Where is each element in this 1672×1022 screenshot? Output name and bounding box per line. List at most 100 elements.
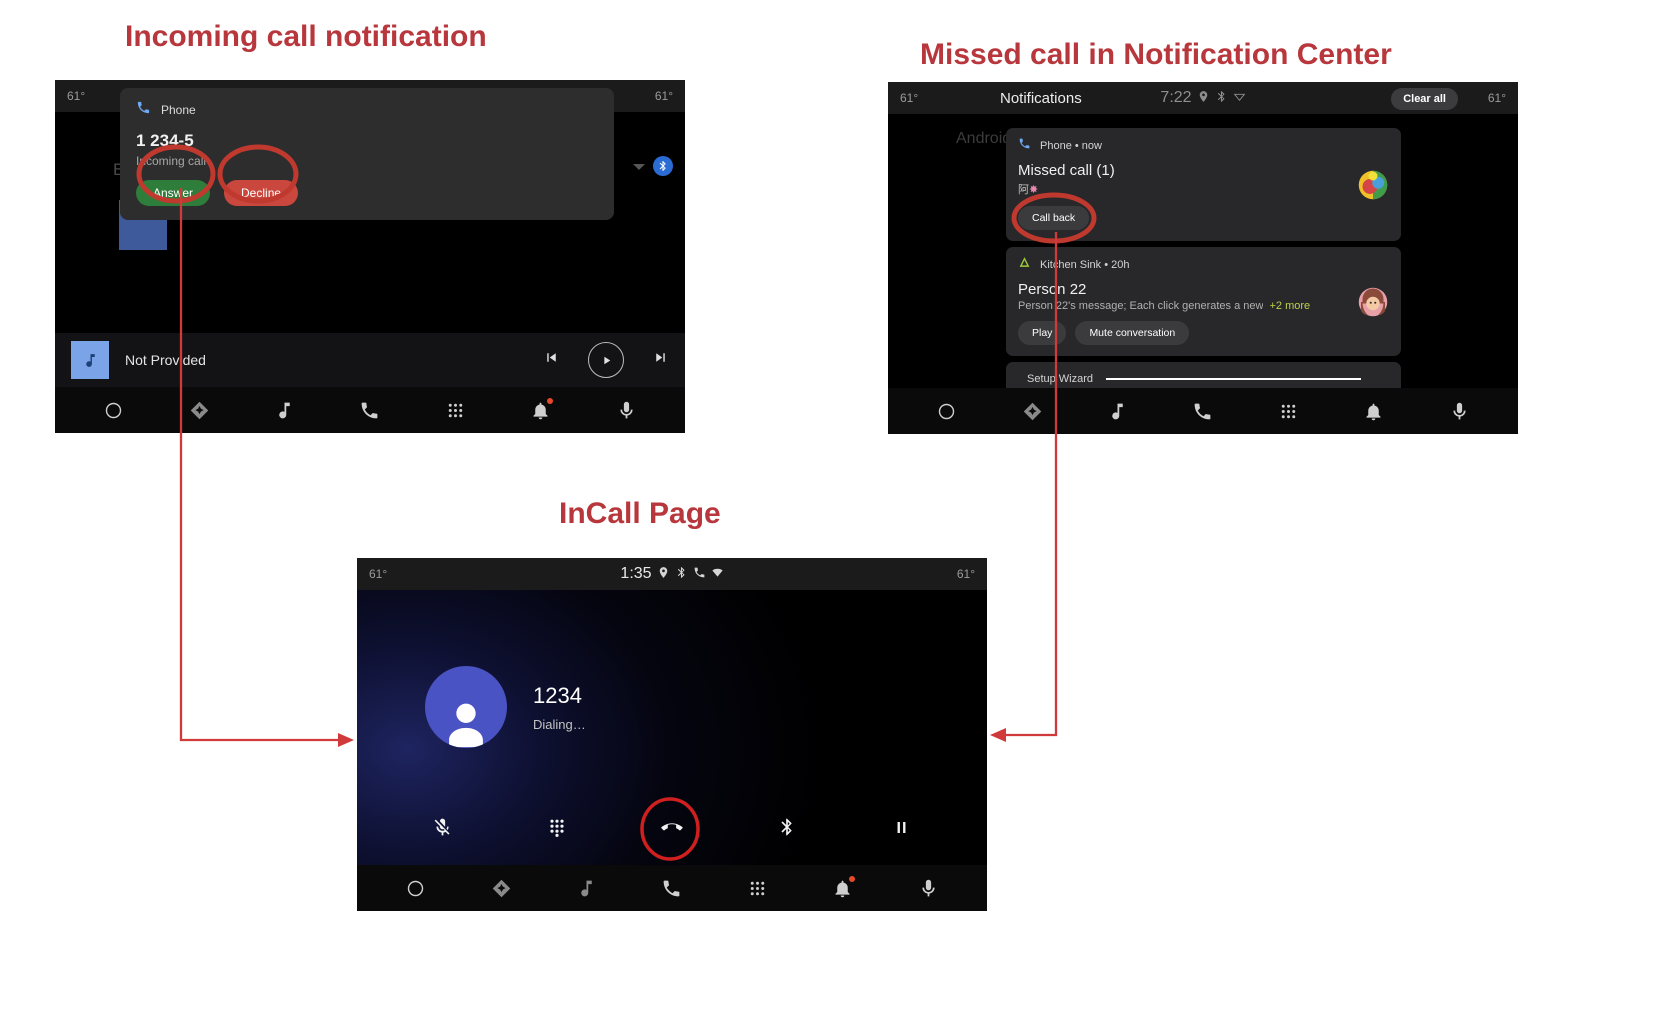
temperature-right: 61° — [1487, 91, 1506, 105]
navigation-bar — [55, 387, 685, 433]
notification-card-kitchen-sink[interactable]: Kitchen Sink • 20h Person 22 Person 22's… — [1006, 247, 1401, 356]
notification-app-name: Setup Wizard — [1027, 373, 1094, 385]
notification-badge — [848, 876, 855, 882]
call-state: Dialing… — [533, 716, 586, 732]
status-bar: 61° 1:35 61° — [357, 558, 987, 590]
notification-body-row: Person 22's message; Each click generate… — [1018, 300, 1389, 312]
nav-phone-button[interactable] — [1188, 396, 1218, 426]
nav-navigation-button[interactable] — [184, 395, 214, 425]
nav-media-button[interactable] — [270, 395, 300, 425]
phone-icon — [1018, 137, 1031, 155]
incoming-call-heads-up-notification[interactable]: Phone 1 234-5 Incoming call Answer Decli… — [120, 88, 614, 220]
notification-app-name: Kitchen Sink • 20h — [1040, 259, 1130, 271]
skip-next-icon[interactable] — [652, 349, 669, 371]
caller-info: 1234 Dialing… — [425, 666, 586, 748]
media-widget[interactable]: Not Provided — [55, 333, 685, 387]
dialpad-button[interactable] — [537, 807, 577, 847]
nav-phone-button[interactable] — [657, 873, 687, 903]
notification-sub-text: 阿✸ — [1018, 184, 1039, 196]
nav-home-button[interactable] — [932, 396, 962, 426]
hold-button[interactable] — [882, 807, 922, 847]
call-content-area: 1234 Dialing… — [357, 590, 987, 865]
nav-navigation-button[interactable] — [1017, 396, 1047, 426]
arrow-head-right — [990, 728, 1006, 742]
navigation-bar — [888, 388, 1518, 434]
answer-button[interactable]: Answer — [136, 180, 211, 206]
nav-assistant-microphone-button[interactable] — [913, 873, 943, 903]
skip-previous-icon[interactable] — [543, 349, 560, 371]
progress-bar — [1106, 378, 1362, 380]
temperature-left: 61° — [67, 89, 86, 103]
temperature-right: 61° — [654, 89, 673, 103]
mute-button[interactable] — [422, 807, 462, 847]
media-controls — [543, 342, 669, 378]
nav-notifications-button[interactable] — [526, 395, 556, 425]
avatar — [1358, 170, 1388, 200]
notification-card-missed-call[interactable]: Phone • now Missed call (1) 阿✸ Call back — [1006, 128, 1401, 241]
notification-center-screen: 61° Notifications 7:22 Clear all 61° And… — [888, 82, 1518, 434]
bluetooth-button[interactable] — [767, 807, 807, 847]
nav-phone-button[interactable] — [355, 395, 385, 425]
status-bar: 61° Notifications 7:22 Clear all 61° — [888, 82, 1518, 114]
notification-headline: Missed call (1) — [1018, 162, 1115, 179]
notification-actions: Call back — [1018, 206, 1389, 230]
incoming-call-screen: 61° 61° B Not Provided Phone 1 234-5 Inc… — [55, 80, 685, 433]
nav-assistant-microphone-button[interactable] — [1444, 396, 1474, 426]
clock: 1:35 — [620, 565, 652, 582]
nav-apps-grid-button[interactable] — [742, 873, 772, 903]
chevron-down-icon — [633, 164, 645, 170]
notification-title: 1 234-5 — [136, 131, 194, 150]
media-title: Not Provided — [125, 352, 206, 368]
notification-actions: Play Mute conversation — [1018, 321, 1389, 345]
nav-media-button[interactable] — [572, 873, 602, 903]
nav-apps-grid-button[interactable] — [1273, 396, 1303, 426]
decline-button[interactable]: Decline — [224, 180, 299, 206]
incall-screen: 61° 1:35 61° 1234 Dialing… — [357, 558, 987, 911]
person-avatar-icon — [425, 666, 507, 748]
phone-icon — [136, 100, 151, 120]
location-icon — [1197, 90, 1210, 106]
arrow-head-left — [338, 733, 354, 747]
notification-more-count: +2 more — [1269, 300, 1311, 312]
notification-badge — [546, 398, 553, 404]
mute-conversation-button[interactable]: Mute conversation — [1075, 321, 1190, 345]
nav-notifications-button[interactable] — [1359, 396, 1389, 426]
caller-number: 1234 — [533, 682, 582, 708]
notification-app-row: Phone — [136, 100, 598, 120]
clock: 7:22 — [1160, 89, 1192, 106]
bluetooth-icon — [1215, 90, 1228, 106]
nav-home-button[interactable] — [99, 395, 129, 425]
notification-actions: Answer Decline — [136, 180, 598, 206]
nav-media-button[interactable] — [1103, 396, 1133, 426]
nav-notifications-button[interactable] — [828, 873, 858, 903]
notification-app-name: Phone • now — [1040, 140, 1102, 152]
status-center: 1:35 — [357, 565, 987, 583]
kitchen-sink-icon — [1018, 256, 1031, 274]
annotation-title-missed-call: Missed call in Notification Center — [920, 38, 1392, 71]
end-call-button[interactable] — [652, 807, 692, 847]
call-icon — [693, 566, 706, 582]
bluetooth-icon — [675, 566, 688, 582]
play-button[interactable]: Play — [1018, 321, 1067, 345]
call-back-button[interactable]: Call back — [1018, 206, 1090, 230]
bluetooth-icon — [653, 156, 673, 176]
temperature-right: 61° — [956, 567, 975, 581]
avatar — [1358, 287, 1388, 317]
caller-text-block: 1234 Dialing… — [533, 683, 586, 732]
wifi-icon — [1233, 90, 1246, 106]
nav-apps-grid-button[interactable] — [440, 395, 470, 425]
nav-assistant-microphone-button[interactable] — [611, 395, 641, 425]
clear-all-button[interactable]: Clear all — [1391, 88, 1458, 110]
play-icon[interactable] — [588, 342, 624, 378]
annotation-title-incoming-call: Incoming call notification — [125, 20, 487, 53]
navigation-bar — [357, 865, 987, 911]
notification-headline: Person 22 — [1018, 281, 1087, 298]
background-label: Android — [956, 130, 1012, 147]
notification-list: Phone • now Missed call (1) 阿✸ Call back — [1006, 128, 1401, 404]
in-call-controls — [357, 807, 987, 847]
nav-home-button[interactable] — [401, 873, 431, 903]
nav-navigation-button[interactable] — [486, 873, 516, 903]
notification-body: Person 22's message; Each click generate… — [1018, 300, 1264, 312]
annotation-title-incall-page: InCall Page — [559, 497, 721, 530]
location-icon — [657, 566, 670, 582]
